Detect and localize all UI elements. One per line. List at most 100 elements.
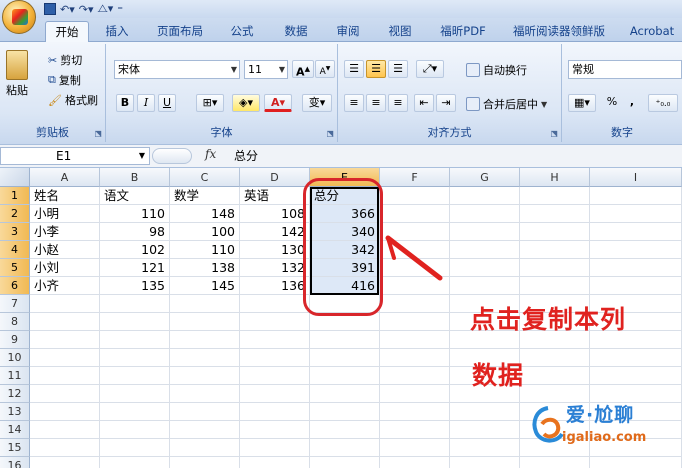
phonetic-button[interactable]: 变▾ xyxy=(302,94,332,112)
cell-value[interactable]: 148 xyxy=(170,205,240,223)
cell-value[interactable]: 小赵 xyxy=(30,241,100,259)
cell[interactable] xyxy=(520,277,590,295)
row-header-8[interactable]: 8 xyxy=(0,313,30,331)
cell[interactable] xyxy=(30,403,100,421)
cell[interactable] xyxy=(450,457,520,468)
cell[interactable] xyxy=(240,403,310,421)
cell[interactable] xyxy=(240,313,310,331)
row-header-7[interactable]: 7 xyxy=(0,295,30,313)
cell[interactable] xyxy=(100,331,170,349)
cell[interactable] xyxy=(30,313,100,331)
cell[interactable] xyxy=(310,421,380,439)
row-header-4[interactable]: 4 xyxy=(0,241,30,259)
tab-foxit-pdf[interactable]: 福昕PDF xyxy=(430,21,496,42)
tab-view[interactable]: 视图 xyxy=(380,21,420,42)
chart-icon[interactable]: ⧍▾ xyxy=(98,2,114,16)
dialog-launcher-icon[interactable]: ⬔ xyxy=(550,129,558,138)
cell[interactable] xyxy=(380,187,450,205)
cell-value[interactable]: 100 xyxy=(170,223,240,241)
cell-value[interactable]: 小李 xyxy=(30,223,100,241)
bold-button[interactable]: B xyxy=(116,94,134,112)
cell[interactable] xyxy=(240,439,310,457)
cell-value[interactable]: 142 xyxy=(240,223,310,241)
cell[interactable] xyxy=(310,403,380,421)
cell[interactable] xyxy=(380,439,450,457)
cell[interactable] xyxy=(310,457,380,468)
font-size-select[interactable]: 11 ▼ xyxy=(244,60,288,79)
row-header-13[interactable]: 13 xyxy=(0,403,30,421)
percent-button[interactable]: % xyxy=(602,94,622,112)
cell[interactable] xyxy=(30,439,100,457)
cell[interactable] xyxy=(520,367,590,385)
cell[interactable] xyxy=(170,349,240,367)
cell[interactable] xyxy=(450,241,520,259)
tab-formulas[interactable]: 公式 xyxy=(222,21,262,42)
cell[interactable] xyxy=(590,241,682,259)
italic-button[interactable]: I xyxy=(137,94,155,112)
tab-data[interactable]: 数据 xyxy=(276,21,316,42)
increase-indent-button[interactable]: ⇥ xyxy=(436,94,456,112)
cell[interactable] xyxy=(100,421,170,439)
paste-button[interactable]: 粘贴 xyxy=(6,50,28,98)
grow-font-button[interactable]: A▲ xyxy=(292,60,314,79)
cell[interactable] xyxy=(30,331,100,349)
column-header-f[interactable]: F xyxy=(380,168,450,187)
cell[interactable] xyxy=(240,385,310,403)
cut-button[interactable]: ✂ 剪切 xyxy=(48,52,82,68)
cell[interactable] xyxy=(100,457,170,468)
cell[interactable] xyxy=(240,331,310,349)
tab-review[interactable]: 审阅 xyxy=(328,21,368,42)
merge-center-button[interactable]: 合并后居中 ▼ xyxy=(466,96,547,112)
cell[interactable] xyxy=(380,313,450,331)
row-header-10[interactable]: 10 xyxy=(0,349,30,367)
tab-acrobat[interactable]: Acrobat xyxy=(622,21,682,42)
office-button[interactable] xyxy=(2,0,36,34)
cell[interactable] xyxy=(380,421,450,439)
cell[interactable] xyxy=(520,349,590,367)
cell-value[interactable]: 小明 xyxy=(30,205,100,223)
row-header-2[interactable]: 2 xyxy=(0,205,30,223)
row-header-15[interactable]: 15 xyxy=(0,439,30,457)
cell[interactable] xyxy=(450,187,520,205)
cell-value[interactable]: 145 xyxy=(170,277,240,295)
align-bottom-button[interactable]: ☰ xyxy=(388,60,408,78)
comma-button[interactable]: , xyxy=(624,94,640,112)
row-header-9[interactable]: 9 xyxy=(0,331,30,349)
cell[interactable] xyxy=(520,205,590,223)
decrease-indent-button[interactable]: ⇤ xyxy=(414,94,434,112)
cell[interactable] xyxy=(590,259,682,277)
cell[interactable] xyxy=(520,223,590,241)
cell[interactable] xyxy=(30,421,100,439)
cell[interactable] xyxy=(170,331,240,349)
tab-foxit-reader[interactable]: 福昕阅读器领鲜版 xyxy=(504,21,614,42)
cell[interactable] xyxy=(170,439,240,457)
cell[interactable] xyxy=(170,295,240,313)
row-header-3[interactable]: 3 xyxy=(0,223,30,241)
cell[interactable] xyxy=(380,295,450,313)
cell[interactable] xyxy=(100,403,170,421)
cell[interactable] xyxy=(590,187,682,205)
cell[interactable] xyxy=(450,277,520,295)
cell-value[interactable]: 135 xyxy=(100,277,170,295)
cell[interactable] xyxy=(100,295,170,313)
cell-value[interactable]: 小刘 xyxy=(30,259,100,277)
cell[interactable] xyxy=(590,205,682,223)
cell[interactable] xyxy=(380,349,450,367)
cell[interactable] xyxy=(100,439,170,457)
name-box[interactable]: E1 ▼ xyxy=(0,147,150,165)
cell[interactable] xyxy=(590,367,682,385)
cell[interactable] xyxy=(380,385,450,403)
cell[interactable] xyxy=(100,349,170,367)
cell-value[interactable]: 121 xyxy=(100,259,170,277)
cell[interactable] xyxy=(380,331,450,349)
cell[interactable] xyxy=(30,367,100,385)
cell-value[interactable]: 138 xyxy=(170,259,240,277)
insert-function-button[interactable]: fx xyxy=(205,147,216,161)
cell[interactable] xyxy=(170,367,240,385)
dialog-launcher-icon[interactable]: ⬔ xyxy=(326,129,334,138)
row-header-6[interactable]: 6 xyxy=(0,277,30,295)
cell[interactable] xyxy=(590,223,682,241)
cell[interactable] xyxy=(590,349,682,367)
number-format-select[interactable]: 常规 xyxy=(568,60,682,79)
cell[interactable] xyxy=(240,457,310,468)
